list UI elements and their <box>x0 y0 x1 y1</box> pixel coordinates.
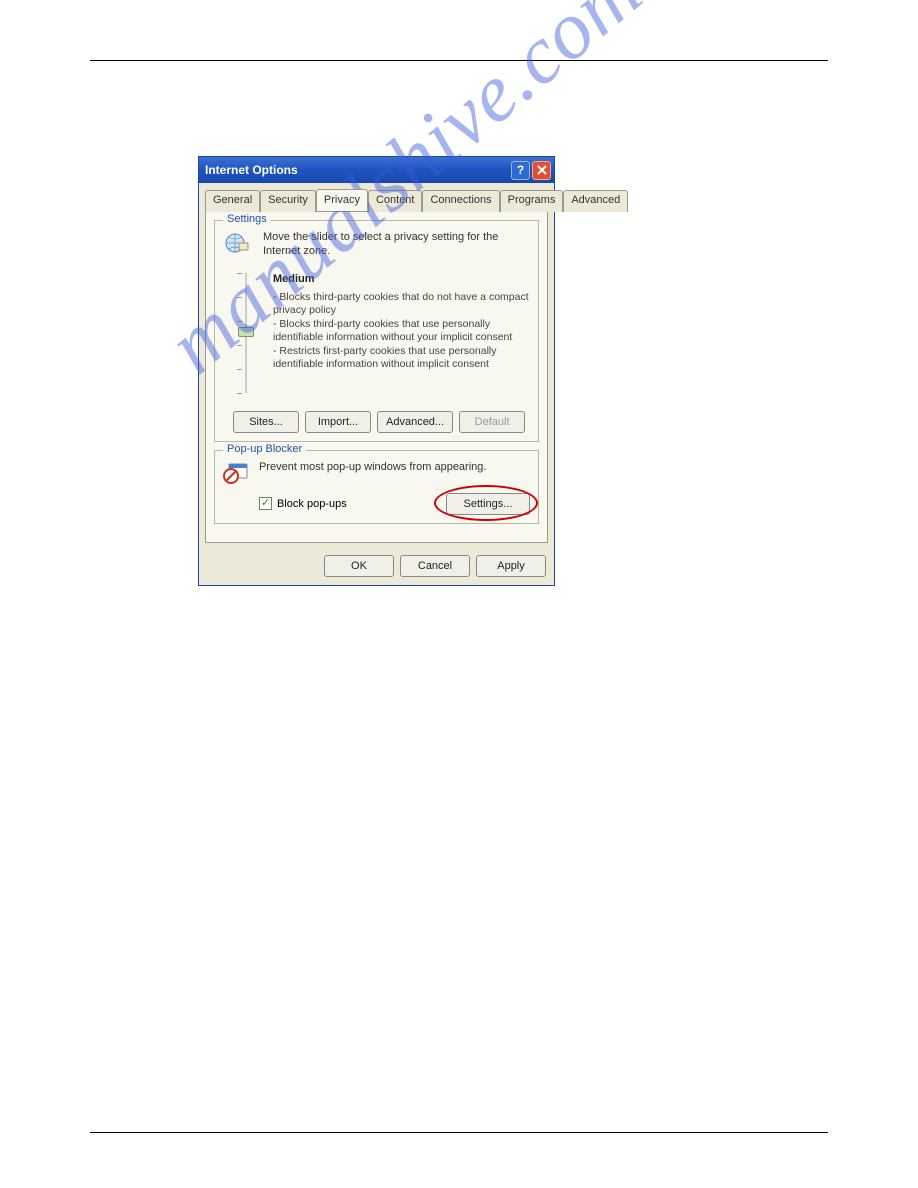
tab-strip: General Security Privacy Content Connect… <box>199 183 554 211</box>
checkbox-icon: ✓ <box>259 497 272 510</box>
sites-button[interactable]: Sites... <box>233 411 299 433</box>
slider-thumb[interactable] <box>238 327 254 337</box>
popup-instruction-row: Prevent most pop-up windows from appeari… <box>223 461 530 485</box>
top-horizontal-rule <box>90 60 828 61</box>
tab-security[interactable]: Security <box>260 190 316 212</box>
settings-button-row: Sites... Import... Advanced... Default <box>233 411 530 433</box>
import-button[interactable]: Import... <box>305 411 371 433</box>
tab-privacy[interactable]: Privacy <box>316 189 368 211</box>
internet-options-dialog: Internet Options ? General Security Priv… <box>198 156 555 586</box>
privacy-bullet: - Restricts first-party cookies that use… <box>273 345 530 371</box>
settings-instruction-text: Move the slider to select a privacy sett… <box>263 231 530 259</box>
settings-instruction-row: Move the slider to select a privacy sett… <box>223 231 530 259</box>
settings-groupbox: Settings Move the slider to select a pri… <box>214 220 539 442</box>
globe-privacy-icon <box>223 231 253 255</box>
titlebar[interactable]: Internet Options ? <box>199 157 554 183</box>
default-button: Default <box>459 411 525 433</box>
settings-group-label: Settings <box>223 213 271 225</box>
cancel-button[interactable]: Cancel <box>400 555 470 577</box>
close-icon <box>537 165 547 175</box>
tab-general[interactable]: General <box>205 190 260 212</box>
popup-group-label: Pop-up Blocker <box>223 443 306 455</box>
popup-settings-button[interactable]: Settings... <box>446 493 530 515</box>
tab-programs[interactable]: Programs <box>500 190 564 212</box>
apply-button[interactable]: Apply <box>476 555 546 577</box>
tab-connections[interactable]: Connections <box>422 190 499 212</box>
privacy-level-bullets: - Blocks third-party cookies that do not… <box>273 291 530 372</box>
help-button[interactable]: ? <box>511 161 530 180</box>
privacy-level-name: Medium <box>273 273 530 285</box>
window-title: Internet Options <box>205 163 509 177</box>
popup-instruction-text: Prevent most pop-up windows from appeari… <box>259 461 486 475</box>
document-page: Internet Options ? General Security Priv… <box>90 60 828 586</box>
popup-blocker-groupbox: Pop-up Blocker Prevent most pop-up windo… <box>214 450 539 524</box>
bottom-horizontal-rule <box>90 1132 828 1133</box>
privacy-slider[interactable] <box>233 273 259 393</box>
privacy-panel: Settings Move the slider to select a pri… <box>205 211 548 543</box>
popup-controls-row: ✓ Block pop-ups Settings... <box>259 493 530 515</box>
ok-button[interactable]: OK <box>324 555 394 577</box>
popup-blocker-icon <box>223 461 251 485</box>
advanced-button[interactable]: Advanced... <box>377 411 453 433</box>
block-popups-checkbox[interactable]: ✓ Block pop-ups <box>259 497 347 510</box>
tab-content[interactable]: Content <box>368 190 423 212</box>
privacy-bullet: - Blocks third-party cookies that use pe… <box>273 318 530 344</box>
dialog-button-row: OK Cancel Apply <box>199 549 554 585</box>
privacy-bullet: - Blocks third-party cookies that do not… <box>273 291 530 317</box>
tab-advanced[interactable]: Advanced <box>563 190 628 212</box>
checkbox-label: Block pop-ups <box>277 498 347 510</box>
privacy-level-description: Medium - Blocks third-party cookies that… <box>273 273 530 393</box>
close-button[interactable] <box>532 161 551 180</box>
privacy-slider-row: Medium - Blocks third-party cookies that… <box>223 273 530 393</box>
